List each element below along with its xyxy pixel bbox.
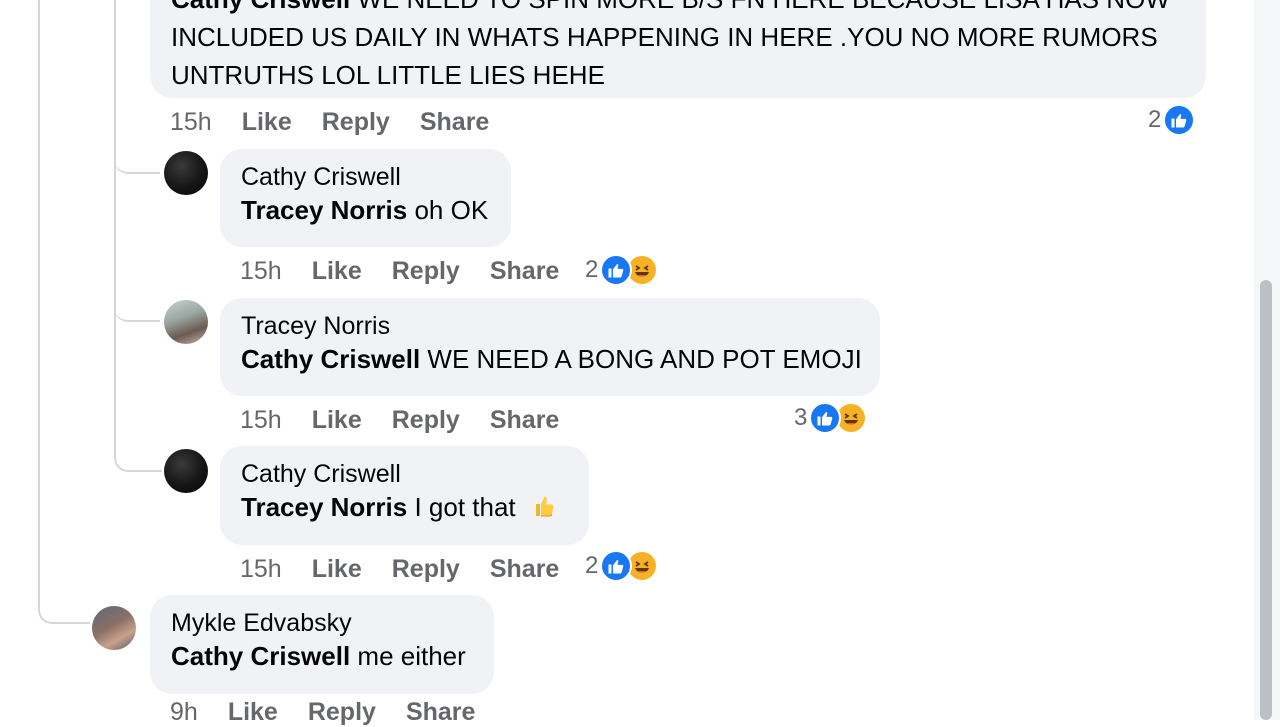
mention-tag[interactable]: Tracey Norris xyxy=(241,492,407,522)
like-reaction-icon xyxy=(600,550,633,582)
comment-text: Cathy Criswell WE NEED TO SPIN MORE B/S … xyxy=(171,0,1185,94)
mention-tag[interactable]: Cathy Criswell xyxy=(171,641,350,671)
mention-tag[interactable]: Cathy Criswell xyxy=(241,344,420,374)
reaction-summary[interactable]: 3 xyxy=(794,402,868,434)
comment-time[interactable]: 15h xyxy=(240,406,282,435)
comment-author[interactable]: Tracey Norris xyxy=(241,310,859,342)
scrollbar-thumb[interactable] xyxy=(1260,280,1272,720)
comment-bubble-top: Cathy Criswell WE NEED TO SPIN MORE B/S … xyxy=(150,0,1206,98)
reply-button[interactable]: Reply xyxy=(392,555,460,584)
reply-button[interactable]: Reply xyxy=(392,257,460,286)
like-reaction-icon xyxy=(600,254,633,286)
like-button[interactable]: Like xyxy=(312,406,362,435)
comment-actions: 15h Like Reply Share xyxy=(170,108,519,137)
thread-line-outer xyxy=(38,0,40,600)
reply-button[interactable]: Reply xyxy=(392,406,460,435)
comment-text: Cathy Criswell me either xyxy=(171,639,473,673)
comment-time[interactable]: 15h xyxy=(240,257,282,286)
thread-connector-reply-2 xyxy=(114,298,160,322)
comment-body: me either xyxy=(357,641,466,671)
avatar[interactable] xyxy=(164,300,208,344)
reaction-count: 3 xyxy=(794,404,808,431)
like-reaction-icon xyxy=(809,402,842,434)
share-button[interactable]: Share xyxy=(420,108,489,137)
comment-actions: 9h Like Reply Share xyxy=(170,698,505,727)
comment-actions: 15h Like Reply Share xyxy=(240,257,589,286)
comment-text-line: INCLUDED US DAILY IN WHATS HAPPENING IN … xyxy=(171,22,1158,52)
reaction-summary[interactable]: 2 xyxy=(1148,104,1196,136)
share-button[interactable]: Share xyxy=(490,555,559,584)
thread-line-inner xyxy=(114,0,116,450)
thumbs-up-emoji-icon xyxy=(529,491,557,527)
avatar[interactable] xyxy=(164,449,208,493)
comment-body: oh OK xyxy=(414,195,489,225)
comment-author[interactable]: Cathy Criswell xyxy=(241,458,568,490)
comment-text-line: UNTRUTHS LOL LITTLE LIES HEHE xyxy=(171,60,605,90)
like-button[interactable]: Like xyxy=(228,698,278,727)
comment-bubble: Cathy Criswell Tracey Norris oh OK xyxy=(220,149,511,247)
comment-bubble: Mykle Edvabsky Cathy Criswell me either xyxy=(150,595,494,694)
mention-tag[interactable]: Cathy Criswell xyxy=(171,0,350,14)
reply-button[interactable]: Reply xyxy=(322,108,390,137)
comment-body: WE NEED A BONG AND POT EMOJI xyxy=(427,344,862,374)
comment-time[interactable]: 15h xyxy=(170,108,212,137)
share-button[interactable]: Share xyxy=(406,698,475,727)
comment-time[interactable]: 9h xyxy=(170,698,198,727)
like-reaction-icon xyxy=(1163,104,1196,136)
comment-text-line: WE NEED TO SPIN MORE B/S FN HERE BECAUSE… xyxy=(357,0,1169,14)
thread-connector-reply-1 xyxy=(114,150,160,174)
thread-connector-last xyxy=(38,580,90,624)
comment-bubble: Cathy Criswell Tracey Norris I got that xyxy=(220,446,589,545)
comment-body: I got that xyxy=(414,492,516,522)
like-button[interactable]: Like xyxy=(312,257,362,286)
mention-tag[interactable]: Tracey Norris xyxy=(241,195,407,225)
reaction-count: 2 xyxy=(585,256,599,283)
like-button[interactable]: Like xyxy=(242,108,292,137)
comment-actions: 15h Like Reply Share xyxy=(240,406,589,435)
comment-author[interactable]: Cathy Criswell xyxy=(241,161,490,193)
thread-connector-reply-3 xyxy=(114,430,162,472)
comment-time[interactable]: 15h xyxy=(240,555,282,584)
reaction-count: 2 xyxy=(1148,106,1162,133)
reaction-summary[interactable]: 2 xyxy=(585,550,659,582)
comment-text: Tracey Norris oh OK xyxy=(241,193,490,227)
comment-author[interactable]: Mykle Edvabsky xyxy=(171,607,473,639)
reply-button[interactable]: Reply xyxy=(308,698,376,727)
share-button[interactable]: Share xyxy=(490,257,559,286)
comment-text: Cathy Criswell WE NEED A BONG AND POT EM… xyxy=(241,342,862,376)
avatar[interactable] xyxy=(164,151,208,195)
comment-bubble: Tracey Norris Cathy Criswell WE NEED A B… xyxy=(220,298,880,396)
like-button[interactable]: Like xyxy=(312,555,362,584)
reaction-summary[interactable]: 2 xyxy=(585,254,659,286)
avatar[interactable] xyxy=(92,606,136,650)
comment-actions: 15h Like Reply Share xyxy=(240,555,589,584)
comment-text: Tracey Norris I got that xyxy=(241,490,568,527)
reaction-count: 2 xyxy=(585,552,599,579)
share-button[interactable]: Share xyxy=(490,406,559,435)
